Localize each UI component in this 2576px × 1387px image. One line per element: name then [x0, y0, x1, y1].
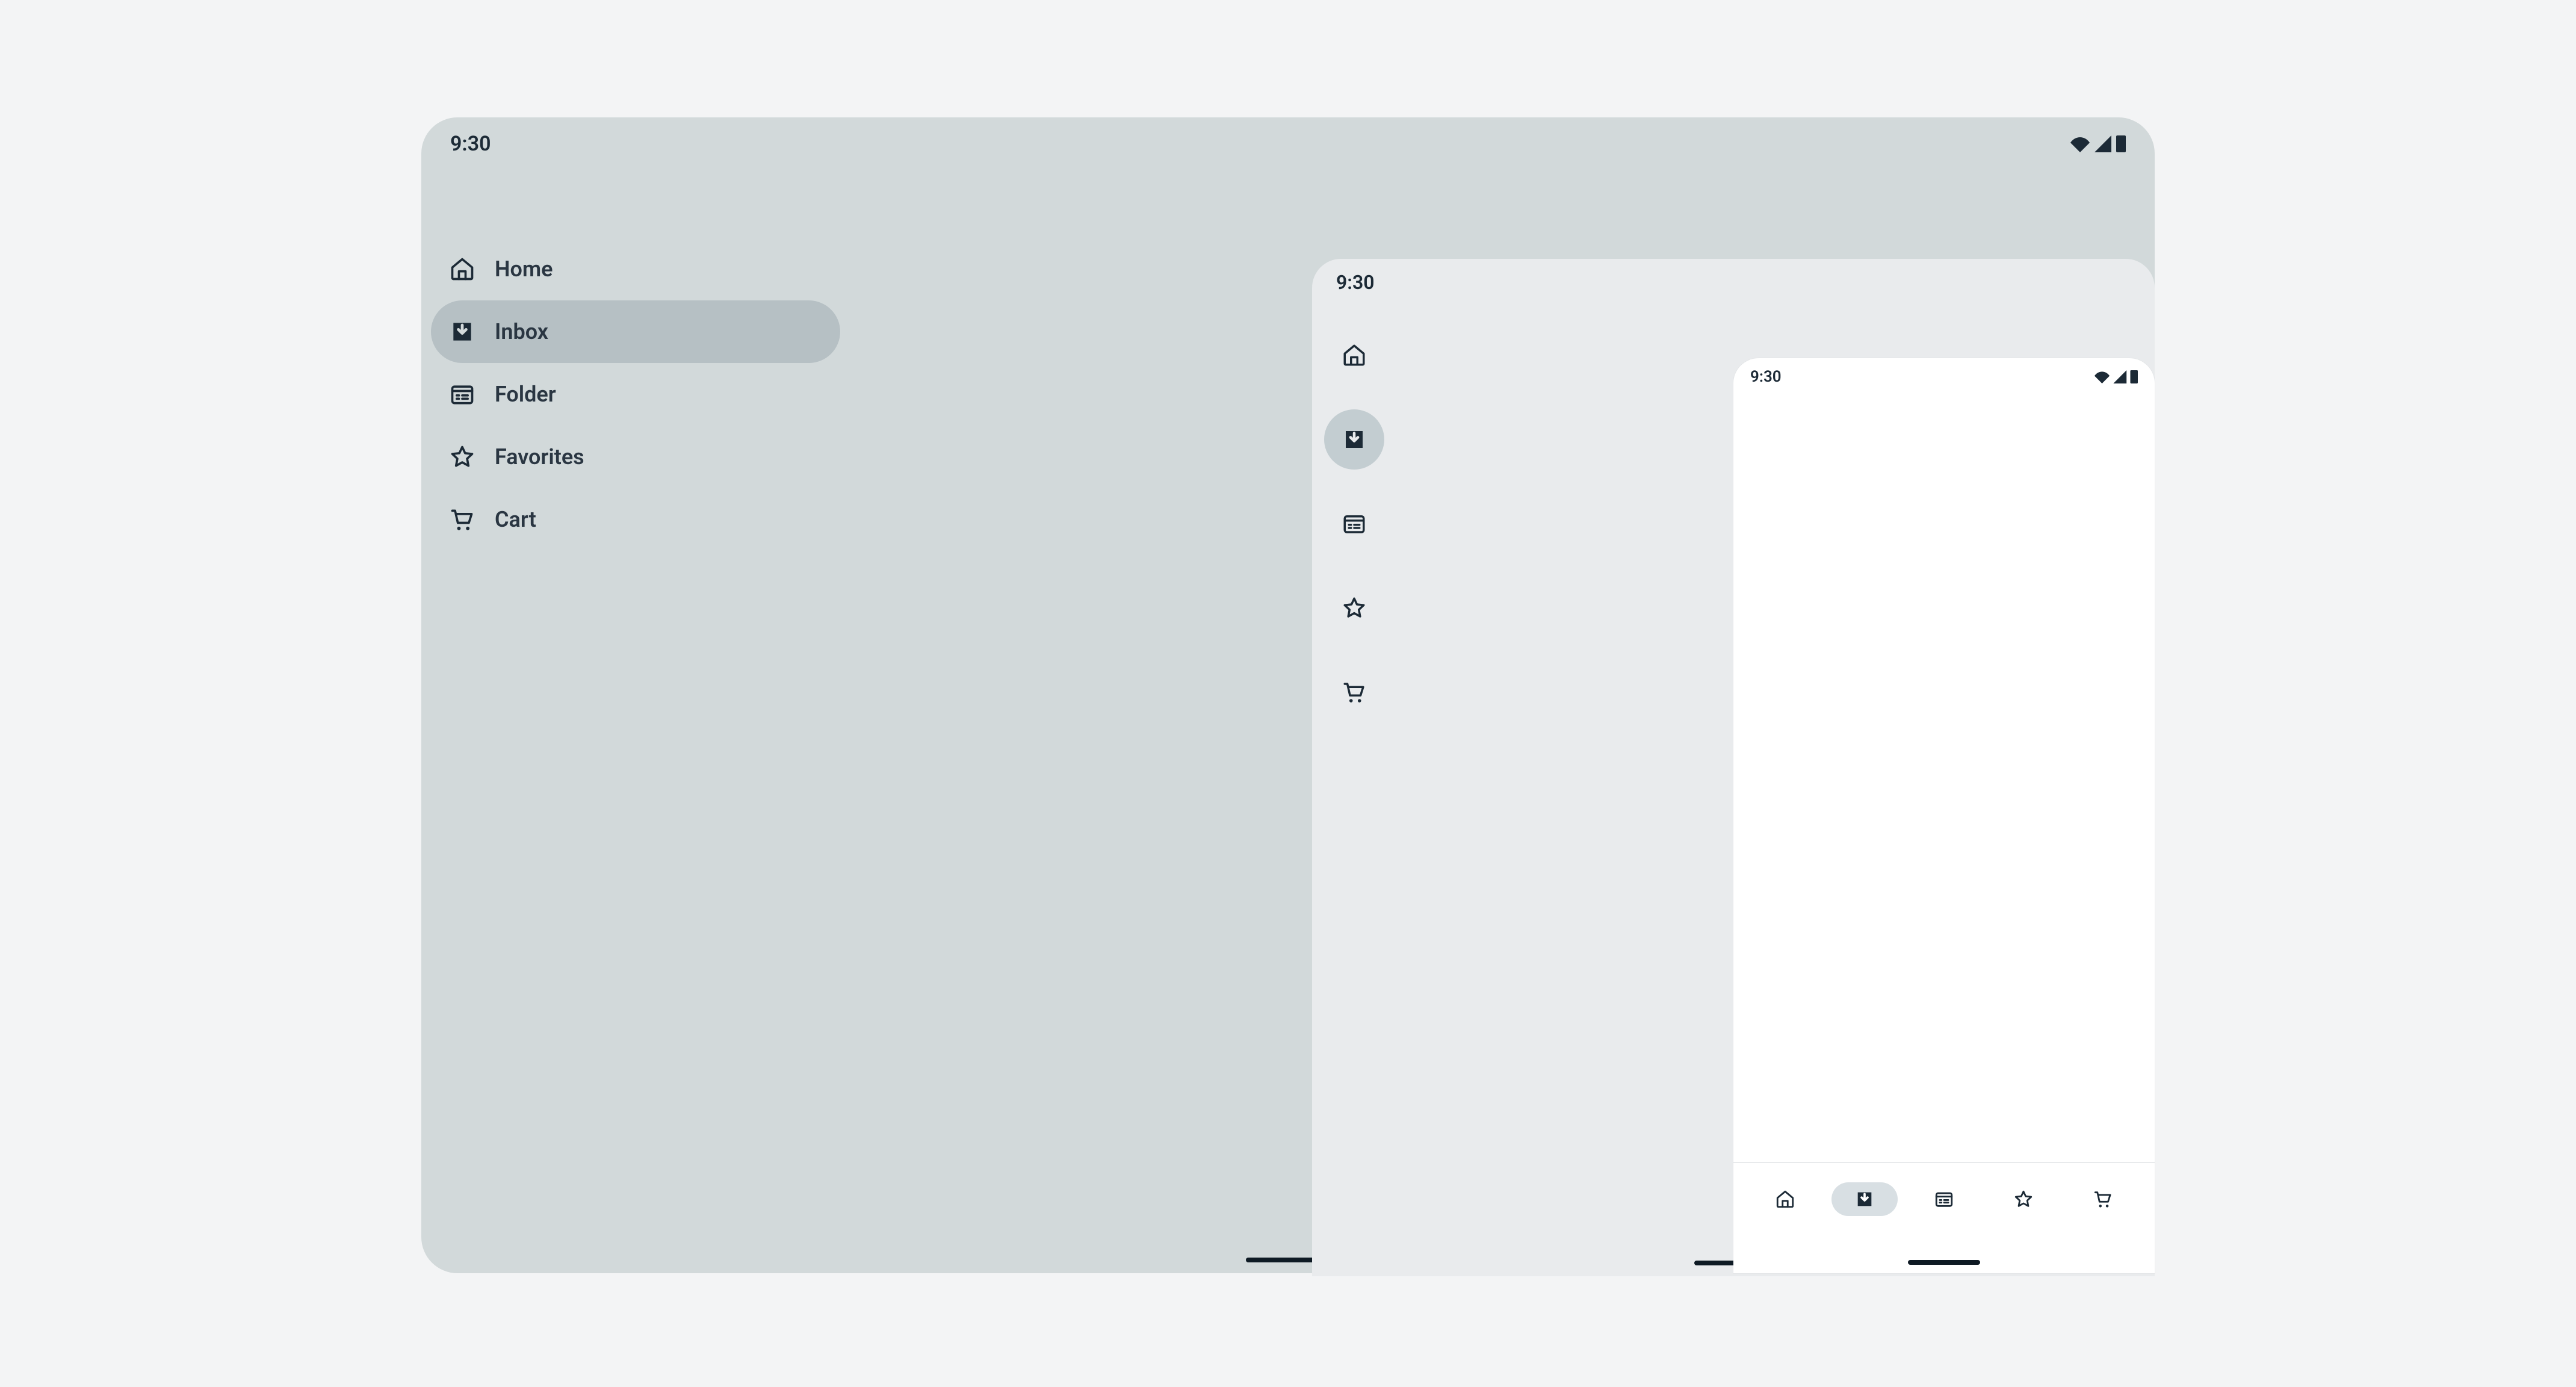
star-icon	[1342, 595, 1367, 621]
wifi-signal-battery-icon	[2095, 370, 2138, 383]
nav-item-cart[interactable]: Cart	[431, 488, 840, 551]
nav-item-cart[interactable]	[2070, 1182, 2136, 1216]
nav-item-inbox[interactable]: Inbox	[431, 300, 840, 363]
nav-item-home[interactable]: Home	[431, 238, 840, 300]
status-time: 9:30	[1336, 271, 1375, 294]
star-icon	[2013, 1189, 2034, 1209]
gesture-bar[interactable]	[1908, 1260, 1980, 1265]
status-bar: 9:30	[421, 117, 2155, 163]
status-time: 9:30	[1750, 368, 1782, 386]
nav-label: Favorites	[495, 444, 584, 470]
stage: 9:30 Home Inbox Folder Favorites	[0, 0, 2576, 1387]
folder-icon	[449, 381, 475, 408]
folder-icon	[1934, 1189, 1954, 1209]
nav-item-favorites[interactable]	[1990, 1182, 2057, 1216]
nav-item-inbox[interactable]	[1831, 1182, 1898, 1216]
nav-item-favorites[interactable]	[1324, 578, 1384, 638]
home-icon	[1775, 1189, 1795, 1209]
inbox-icon	[449, 318, 475, 345]
star-icon	[449, 444, 475, 470]
home-icon	[449, 256, 475, 282]
nav-rail	[1324, 325, 1396, 746]
nav-item-cart[interactable]	[1324, 662, 1384, 722]
nav-item-folder[interactable]	[1911, 1182, 1977, 1216]
cart-icon	[449, 506, 475, 533]
nav-item-home[interactable]	[1324, 325, 1384, 385]
nav-item-home[interactable]	[1752, 1182, 1818, 1216]
status-bar: 9:30	[1733, 358, 2155, 391]
nav-item-folder[interactable]: Folder	[431, 363, 840, 426]
wifi-signal-battery-icon	[2070, 135, 2126, 152]
cart-icon	[1342, 680, 1367, 705]
nav-label: Inbox	[495, 319, 548, 344]
inbox-icon	[1342, 427, 1367, 452]
home-icon	[1342, 343, 1367, 368]
status-time: 9:30	[450, 132, 491, 156]
nav-item-favorites[interactable]: Favorites	[431, 426, 840, 488]
nav-drawer: Home Inbox Folder Favorites Cart	[431, 238, 840, 551]
frame-small-phone: 9:30	[1733, 358, 2155, 1273]
nav-item-folder[interactable]	[1324, 494, 1384, 554]
folder-icon	[1342, 511, 1367, 536]
nav-label: Folder	[495, 382, 556, 407]
inbox-icon	[1854, 1189, 1875, 1209]
status-icons	[2095, 370, 2138, 383]
status-bar: 9:30	[1312, 259, 2155, 300]
nav-item-inbox[interactable]	[1324, 409, 1384, 470]
status-icons	[2070, 135, 2126, 152]
cart-icon	[2093, 1189, 2113, 1209]
nav-label: Home	[495, 256, 553, 282]
bottom-nav-bar	[1733, 1162, 2155, 1273]
nav-label: Cart	[495, 507, 536, 532]
